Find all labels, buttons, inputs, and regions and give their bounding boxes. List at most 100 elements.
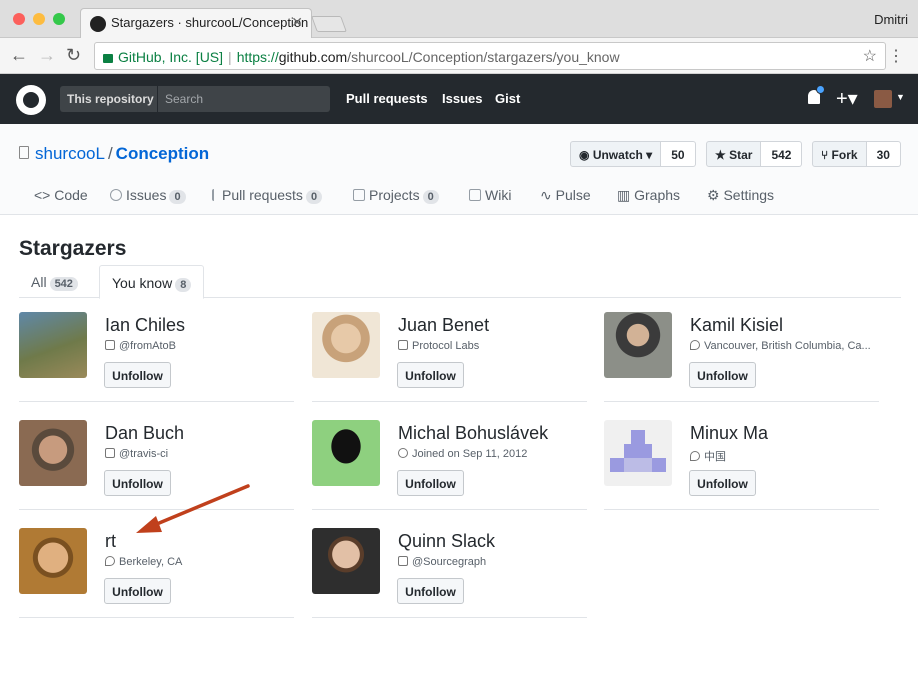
user-card: Ian Chiles @fromAtoB Unfollow — [19, 312, 294, 402]
tab-wiki[interactable]: Wiki — [469, 187, 511, 203]
unfollow-button[interactable]: Unfollow — [397, 362, 464, 388]
user-meta: 中国 — [690, 448, 880, 464]
url-protocol: https:// — [236, 49, 279, 65]
avatar[interactable] — [312, 312, 380, 378]
avatar[interactable] — [19, 528, 87, 594]
browser-menu-icon[interactable]: ⋮ — [888, 46, 904, 66]
user-card: Dan Buch @travis-ci Unfollow — [19, 420, 294, 510]
user-name[interactable]: Juan Benet — [398, 315, 489, 336]
browser-tab-bar: Stargazers · shurcooL/Conception ✕ Dmitr… — [0, 0, 918, 38]
avatar[interactable] — [312, 420, 380, 486]
organization-icon — [398, 340, 408, 350]
organization-icon — [105, 340, 115, 350]
page-title: Stargazers — [19, 237, 127, 260]
browser-user[interactable]: Dmitri — [874, 12, 908, 27]
search-scope-label: This repository — [60, 86, 160, 112]
nav-pull-requests[interactable]: Pull requests — [346, 91, 428, 106]
minimize-window-button[interactable] — [33, 13, 45, 25]
avatar[interactable] — [604, 312, 672, 378]
github-logo-icon[interactable] — [16, 85, 46, 115]
tab-pull-requests[interactable]: Pull requests 0 — [212, 187, 323, 204]
star-group: ★ Star 542 — [706, 141, 803, 167]
forward-icon[interactable]: → — [38, 45, 56, 66]
user-avatar[interactable] — [874, 90, 892, 108]
unwatch-button[interactable]: ◉ Unwatch ▾ — [570, 141, 662, 167]
unfollow-button[interactable]: Unfollow — [689, 362, 756, 388]
organization-icon — [105, 448, 115, 458]
book-icon — [469, 189, 481, 201]
tab-title: Stargazers · shurcooL/Conception — [111, 15, 309, 30]
user-name[interactable]: rt — [105, 531, 116, 552]
repo-name-link[interactable]: Conception — [116, 144, 210, 163]
star-count[interactable]: 542 — [761, 141, 803, 167]
avatar[interactable] — [604, 420, 672, 486]
unfollow-button[interactable]: Unfollow — [104, 470, 171, 496]
tab-pulse[interactable]: ∿ Pulse — [540, 187, 591, 204]
issue-icon — [110, 189, 122, 201]
user-name[interactable]: Quinn Slack — [398, 531, 495, 552]
search-input[interactable]: Search — [157, 86, 330, 112]
unfollow-button[interactable]: Unfollow — [397, 470, 464, 496]
user-meta: Berkeley, CA — [105, 556, 295, 568]
user-name[interactable]: Minux Ma — [690, 423, 768, 444]
unfollow-button[interactable]: Unfollow — [104, 362, 171, 388]
close-tab-icon[interactable]: ✕ — [291, 14, 303, 31]
pull-requests-count: 0 — [305, 190, 323, 204]
back-icon[interactable]: ← — [10, 45, 28, 66]
tab-projects[interactable]: Projects 0 — [353, 187, 439, 204]
repo-owner-link[interactable]: shurcooL — [35, 144, 105, 163]
graph-icon: ▥ — [617, 187, 635, 203]
close-window-button[interactable] — [13, 13, 25, 25]
create-new-icon[interactable]: +▾ — [836, 86, 858, 111]
reload-icon[interactable]: ↻ — [66, 45, 81, 66]
user-meta: @travis-ci — [105, 448, 295, 460]
maximize-window-button[interactable] — [53, 13, 65, 25]
tab-settings[interactable]: ⚙ Settings — [707, 187, 774, 204]
avatar[interactable] — [19, 312, 87, 378]
security-label: GitHub, Inc. [US] — [118, 49, 224, 65]
user-name[interactable]: Michal Bohuslávek — [398, 423, 548, 444]
bookmark-star-icon[interactable]: ☆ — [863, 46, 877, 66]
user-name[interactable]: Dan Buch — [105, 423, 184, 444]
chevron-down-icon[interactable]: ▼ — [896, 92, 905, 102]
user-name[interactable]: Kamil Kisiel — [690, 315, 783, 336]
location-icon — [690, 340, 700, 350]
tab-graphs[interactable]: ▥ Graphs — [617, 187, 680, 204]
watch-count[interactable]: 50 — [661, 141, 696, 167]
user-name[interactable]: Ian Chiles — [105, 315, 185, 336]
unfollow-button[interactable]: Unfollow — [397, 578, 464, 604]
avatar[interactable] — [312, 528, 380, 594]
user-meta: Vancouver, British Columbia, Ca... — [690, 340, 880, 352]
user-card: Quinn Slack @Sourcegraph Unfollow — [312, 528, 587, 618]
star-button[interactable]: ★ Star — [706, 141, 762, 167]
unfollow-button[interactable]: Unfollow — [104, 578, 171, 604]
fork-button[interactable]: ⑂ Fork — [812, 141, 867, 167]
gear-icon: ⚙ — [707, 187, 724, 203]
avatar[interactable] — [19, 420, 87, 486]
nav-gist[interactable]: Gist — [495, 91, 520, 106]
new-tab-button[interactable] — [311, 16, 347, 32]
fork-count[interactable]: 30 — [866, 141, 901, 167]
project-icon — [353, 189, 365, 201]
tab-issues[interactable]: Issues 0 — [110, 187, 186, 204]
fork-group: ⑂ Fork 30 — [812, 141, 901, 167]
browser-tab[interactable]: Stargazers · shurcooL/Conception ✕ — [80, 8, 312, 38]
tab-all[interactable]: All 542 — [19, 265, 90, 298]
user-card: Minux Ma 中国 Unfollow — [604, 420, 879, 510]
unfollow-button[interactable]: Unfollow — [689, 470, 756, 496]
user-card: Juan Benet Protocol Labs Unfollow — [312, 312, 587, 402]
url-input[interactable]: GitHub, Inc. [US] | https://github.com/shu… — [94, 42, 886, 70]
stargazers-tabs: All 542 You know 8 — [19, 265, 901, 299]
tab-you-know[interactable]: You know 8 — [99, 265, 205, 299]
eye-icon: ◉ — [579, 148, 593, 162]
projects-count: 0 — [422, 190, 439, 204]
code-icon: <> — [34, 187, 55, 203]
all-count: 542 — [49, 277, 78, 291]
user-meta: @Sourcegraph — [398, 556, 588, 568]
address-bar-row: ← → ↻ GitHub, Inc. [US] | https://github.c… — [0, 38, 918, 74]
user-card: rt Berkeley, CA Unfollow — [19, 528, 294, 618]
nav-issues[interactable]: Issues — [442, 91, 482, 106]
lock-icon — [103, 54, 113, 63]
clock-icon — [398, 448, 408, 458]
tab-code[interactable]: <> Code — [34, 187, 88, 203]
